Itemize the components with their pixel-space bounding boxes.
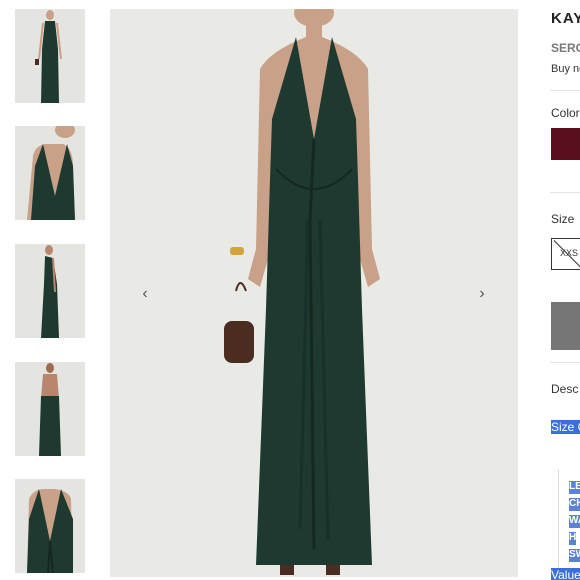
size-option-label: XXS: [560, 248, 579, 258]
table-row: WA: [569, 515, 580, 528]
next-image-icon[interactable]: ›: [472, 284, 492, 304]
thumbnail-1[interactable]: [15, 9, 85, 103]
product-info-panel: KAY SERO Buy no Color Size XXS Desc Size…: [550, 0, 580, 580]
divider: [550, 90, 580, 91]
add-to-bag-button[interactable]: [551, 302, 580, 350]
thumbnail-2[interactable]: [15, 126, 85, 220]
thumbnail-3[interactable]: [15, 244, 85, 338]
main-product-image: ‹ ›: [110, 9, 518, 577]
dress-side-thumb: [15, 244, 85, 338]
buy-now-text[interactable]: Buy no: [551, 63, 580, 75]
table-row: H: [569, 532, 577, 545]
dress-closeup-thumb: [15, 126, 85, 220]
description-label[interactable]: Desc: [551, 382, 578, 396]
model-dress-illustration: [110, 9, 518, 577]
product-subtitle: SERO: [551, 41, 580, 55]
table-row: LEN: [569, 481, 580, 494]
color-swatch[interactable]: [551, 128, 580, 160]
color-label: Color: [551, 106, 580, 120]
table-row: CH: [569, 498, 580, 511]
dress-detail-thumb: [15, 479, 85, 573]
divider: [550, 192, 580, 193]
value-text: Value: [551, 568, 580, 580]
product-title: KAY: [551, 10, 580, 27]
thumbnail-5[interactable]: [15, 479, 85, 573]
dress-back-thumb: [15, 362, 85, 456]
table-row: SW: [569, 549, 580, 562]
size-chart-heading: Size C: [551, 420, 580, 434]
thumbnail-4[interactable]: [15, 362, 85, 456]
dress-front-thumb: [15, 9, 85, 103]
size-label: Size: [551, 212, 575, 226]
divider: [550, 362, 580, 363]
size-option[interactable]: XXS: [551, 238, 580, 270]
size-chart-table: LEN CH WA H SW: [558, 469, 580, 569]
prev-image-icon[interactable]: ‹: [135, 284, 155, 304]
